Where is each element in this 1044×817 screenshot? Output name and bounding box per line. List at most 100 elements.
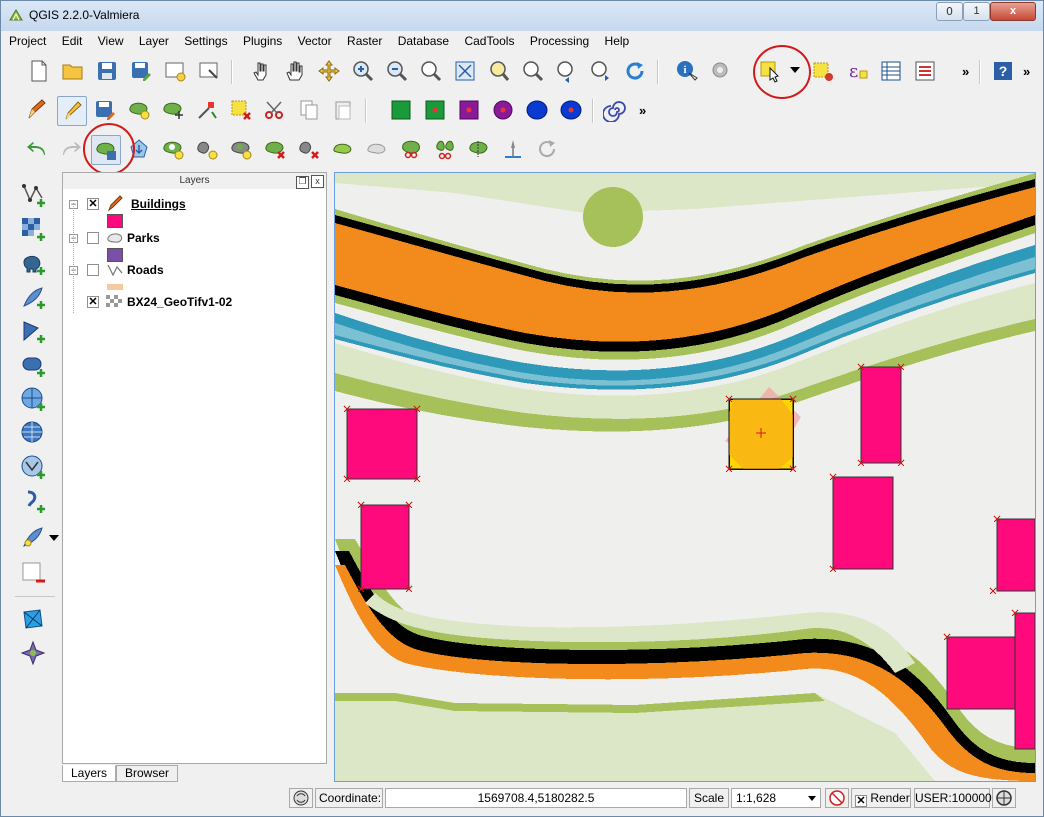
menu-plugins[interactable]: Plugins (243, 34, 282, 48)
zoom-in-button[interactable] (349, 57, 377, 85)
georeferencer-button[interactable] (19, 605, 47, 633)
coordinate-display[interactable]: 1569708.4,5180282.5 (385, 788, 687, 808)
identify-features-button[interactable]: i (673, 57, 701, 85)
save-as-button[interactable] (127, 57, 155, 85)
save-project-button[interactable] (93, 57, 121, 85)
new-print-composer-button[interactable] (161, 57, 189, 85)
menu-help[interactable]: Help (605, 34, 630, 48)
map-canvas[interactable] (334, 172, 1036, 782)
add-rectangle-center-button[interactable] (421, 96, 449, 124)
rotate-point-symbols-button[interactable] (499, 135, 527, 163)
cut-features-button[interactable] (261, 96, 289, 124)
split-parts-button[interactable] (431, 135, 459, 163)
simplify-feature-button[interactable] (125, 135, 153, 163)
deselect-features-button[interactable] (809, 57, 837, 85)
statistical-summary-button[interactable] (911, 57, 939, 85)
layer-item-roads[interactable]: − Roads (63, 263, 323, 279)
add-wfs-layer-button[interactable] (19, 453, 47, 481)
toggle-editing-button[interactable] (57, 96, 87, 126)
remove-layer-button[interactable] (19, 559, 47, 587)
minimize-button[interactable]: 0 (936, 2, 963, 21)
spiral-tool-button[interactable] (601, 96, 629, 124)
refresh-button[interactable] (621, 57, 649, 85)
zoom-to-selection-button[interactable] (485, 57, 513, 85)
zoom-to-layer-button[interactable] (519, 57, 547, 85)
layer-item-raster[interactable]: ✕ BX24_GeoTifv1-02 (63, 295, 323, 311)
delete-part-button[interactable] (295, 135, 323, 163)
pan-to-selection-button[interactable] (315, 57, 343, 85)
menu-layer[interactable]: Layer (139, 34, 169, 48)
add-oracle-layer-button[interactable] (19, 351, 47, 379)
whats-this-help-button[interactable]: ? (989, 57, 1017, 85)
delete-selected-button[interactable] (227, 96, 255, 124)
layer-item-buildings[interactable]: − ✕ Buildings (63, 195, 323, 213)
add-postgis-layer-button[interactable] (19, 249, 47, 277)
add-wcs-layer-button[interactable] (19, 419, 47, 447)
merge-features-button[interactable] (465, 135, 493, 163)
menu-cadtools[interactable]: CadTools (464, 34, 514, 48)
scale-combobox[interactable]: 1:1,628 (731, 788, 821, 808)
toolbar-overflow-button[interactable]: » (1023, 64, 1030, 79)
close-panel-icon[interactable]: x (311, 175, 324, 188)
zoom-last-button[interactable] (553, 57, 581, 85)
add-ring-button[interactable] (159, 135, 187, 163)
layer-item-parks[interactable]: − Parks (63, 231, 323, 247)
add-rectangle-extent-button[interactable] (455, 96, 483, 124)
zoom-full-button[interactable] (451, 57, 479, 85)
add-ellipse-center-button[interactable] (557, 96, 585, 124)
zoom-out-button[interactable] (383, 57, 411, 85)
projection-status-button[interactable] (992, 788, 1016, 808)
new-spatialite-layer-button[interactable] (19, 523, 47, 551)
menu-database[interactable]: Database (398, 34, 449, 48)
plugin-tool-button[interactable] (19, 639, 47, 667)
add-delimited-text-layer-button[interactable] (19, 487, 47, 515)
current-edits-button[interactable] (23, 96, 51, 124)
run-feature-action-button[interactable] (707, 57, 735, 85)
rotate-label-button[interactable] (533, 135, 561, 163)
undo-button[interactable] (23, 135, 51, 163)
add-wms-layer-button[interactable] (19, 385, 47, 413)
zoom-native-resolution-button[interactable] (417, 57, 445, 85)
menu-processing[interactable]: Processing (530, 34, 589, 48)
stop-rendering-button[interactable] (825, 788, 849, 808)
float-panel-icon[interactable]: ❐ (296, 176, 309, 189)
menu-settings[interactable]: Settings (184, 34, 227, 48)
pan-map-button[interactable] (281, 57, 309, 85)
render-toggle[interactable]: ✕ Render (851, 788, 911, 808)
tab-browser[interactable]: Browser (116, 765, 178, 782)
offset-curve-button[interactable] (363, 135, 391, 163)
open-project-button[interactable] (59, 57, 87, 85)
close-button[interactable]: x (990, 2, 1036, 21)
redo-button[interactable] (57, 135, 85, 163)
message-log-button[interactable] (289, 788, 313, 808)
toolbar-overflow-button[interactable]: » (639, 103, 646, 118)
delete-ring-button[interactable] (261, 135, 289, 163)
render-checkbox[interactable]: ✕ (855, 795, 867, 807)
chevron-down-icon[interactable] (49, 535, 59, 541)
add-rectangle-button[interactable] (387, 96, 415, 124)
layer-visibility-checkbox[interactable]: ✕ (87, 198, 99, 210)
node-tool-button[interactable] (193, 96, 221, 124)
layer-visibility-checkbox[interactable] (87, 264, 99, 276)
add-feature-button[interactable] (125, 96, 153, 124)
add-circle-button[interactable] (489, 96, 517, 124)
add-vector-layer-button[interactable] (19, 181, 47, 209)
layer-visibility-checkbox[interactable] (87, 232, 99, 244)
menu-edit[interactable]: Edit (62, 34, 83, 48)
fill-ring-button[interactable] (227, 135, 255, 163)
maximize-button[interactable]: 1 (963, 2, 990, 21)
tab-layers[interactable]: Layers (62, 765, 116, 782)
save-layer-edits-button[interactable] (91, 96, 119, 124)
rotate-feature-button[interactable] (91, 135, 121, 165)
add-ellipse-button[interactable] (523, 96, 551, 124)
chevron-down-icon[interactable] (790, 67, 800, 73)
touch-zoom-pan-button[interactable] (247, 57, 275, 85)
crs-button[interactable]: USER:100000 (914, 788, 992, 808)
composer-manager-button[interactable] (195, 57, 223, 85)
open-attribute-table-button[interactable] (877, 57, 905, 85)
new-project-button[interactable] (25, 57, 53, 85)
add-spatialite-layer-button[interactable] (19, 283, 47, 311)
field-calculator-button[interactable]: ε (843, 57, 871, 85)
zoom-next-button[interactable] (587, 57, 615, 85)
toolbar-overflow-button[interactable]: » (962, 64, 969, 79)
